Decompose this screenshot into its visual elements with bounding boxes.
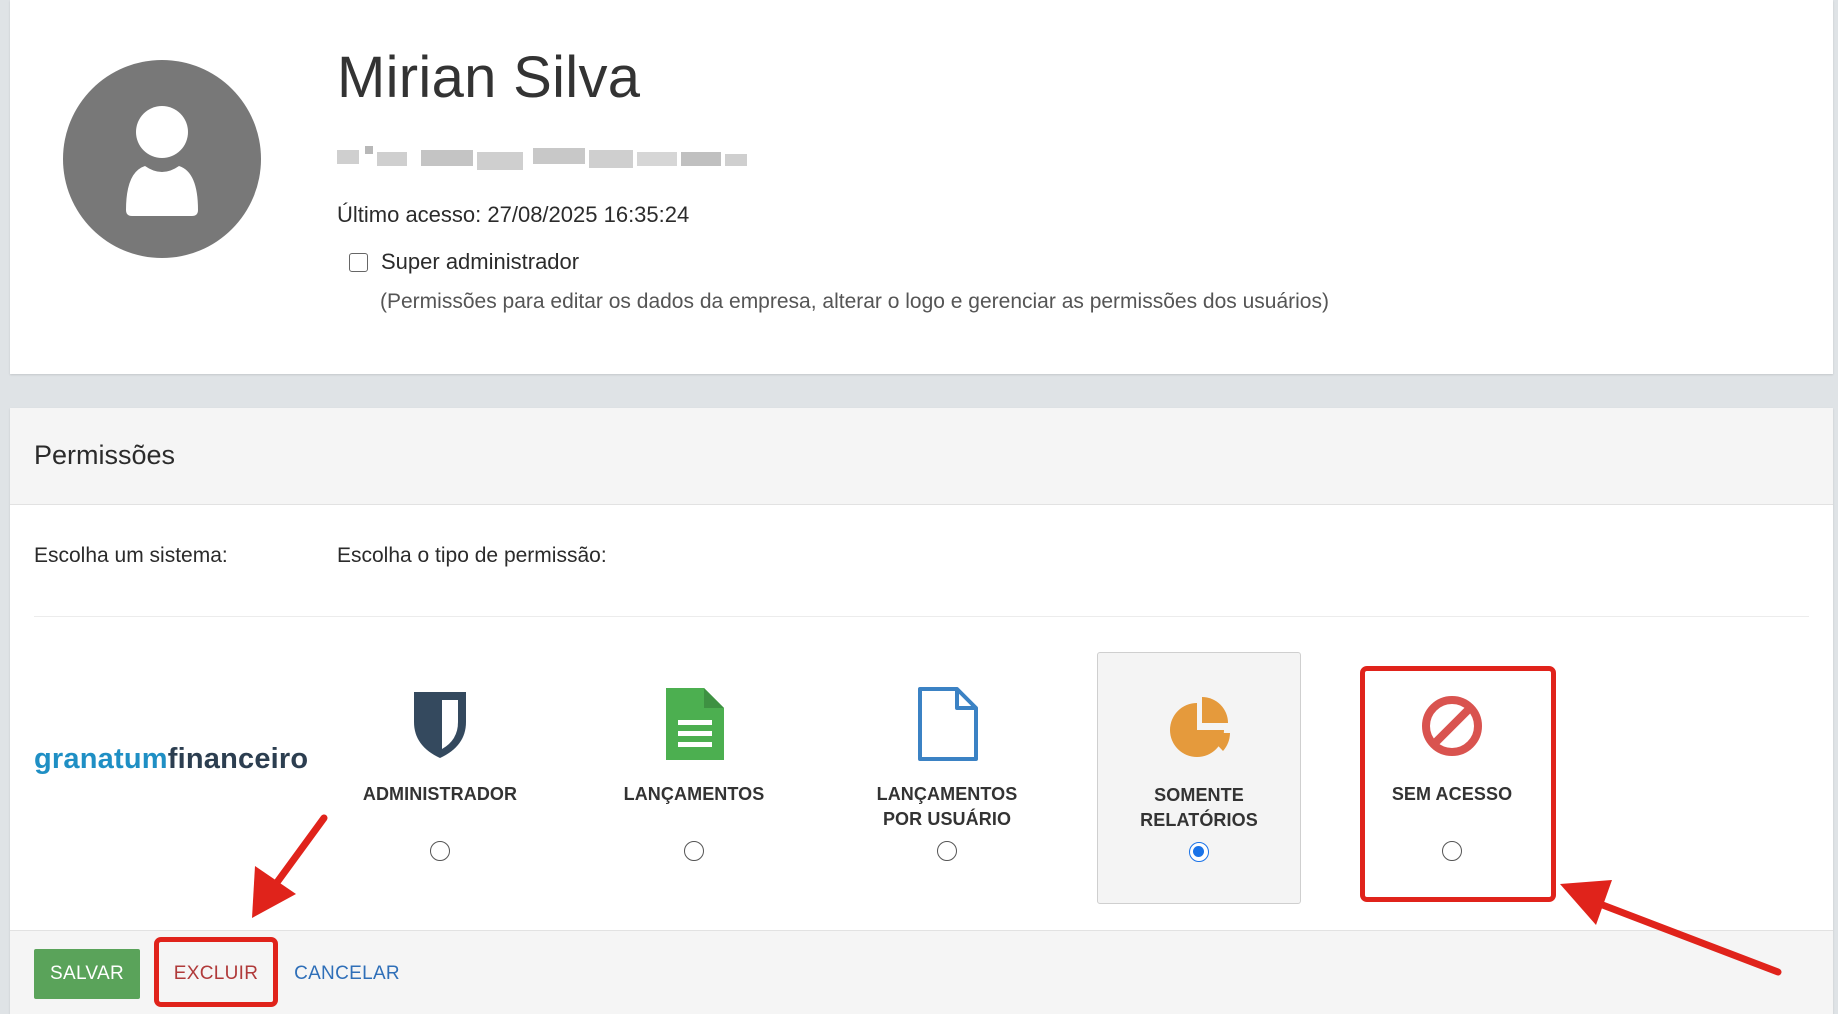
permissions-card: Permissões Escolha um sistema: Escolha o…: [10, 408, 1833, 1014]
permission-option-label: LANÇAMENTOS POR USUÁRIO: [876, 784, 1018, 829]
form-footer: SALVAR EXCLUIR CANCELAR: [10, 930, 1833, 1014]
permission-radio-sem-acesso[interactable]: [1442, 841, 1462, 861]
permissions-title: Permissões: [34, 440, 176, 470]
permission-radio-administrador[interactable]: [430, 841, 450, 861]
save-button[interactable]: SALVAR: [34, 949, 140, 999]
permission-radio-lancamentos-por-usuario[interactable]: [937, 841, 957, 861]
permission-option-label: SEM ACESSO: [1391, 784, 1513, 804]
permission-option-lancamentos[interactable]: LANÇAMENTOS: [592, 652, 796, 904]
user-name: Mirian Silva: [337, 45, 641, 110]
permission-radio-somente-relatorios[interactable]: [1189, 842, 1209, 862]
permission-option-label: SOMENTE RELATÓRIOS: [1140, 785, 1258, 830]
permissions-header: Permissões: [10, 408, 1833, 505]
permission-option-lancamentos-por-usuario[interactable]: LANÇAMENTOS POR USUÁRIO: [845, 652, 1049, 904]
user-icon: [126, 106, 198, 216]
granatum-financeiro-logo[interactable]: granatumfinanceiro: [34, 743, 308, 776]
document-outline-icon: [918, 687, 978, 761]
permission-radio-lancamentos[interactable]: [684, 841, 704, 861]
permission-option-administrador[interactable]: ADMINISTRADOR: [338, 652, 542, 904]
choose-system-label: Escolha um sistema:: [34, 544, 228, 567]
super-admin-checkbox[interactable]: [349, 252, 368, 272]
pie-chart-icon: [1170, 697, 1230, 757]
page: Mirian Silva Último acesso: 27/08/2025 1…: [0, 0, 1838, 1014]
delete-button[interactable]: EXCLUIR: [161, 949, 271, 999]
last-access-text: Último acesso: 27/08/2025 16:35:24: [337, 202, 690, 227]
permission-option-sem-acesso[interactable]: SEM ACESSO: [1350, 652, 1554, 904]
user-email-redacted: [337, 138, 757, 180]
choose-permission-type-label: Escolha o tipo de permissão:: [337, 544, 607, 567]
permission-option-somente-relatorios[interactable]: SOMENTE RELATÓRIOS: [1097, 652, 1301, 904]
super-admin-description: (Permissões para editar os dados da empr…: [380, 290, 1329, 313]
profile-card: Mirian Silva Último acesso: 27/08/2025 1…: [10, 0, 1833, 374]
super-admin-label: Super administrador: [381, 249, 580, 274]
permission-option-label: ADMINISTRADOR: [362, 784, 518, 804]
permission-option-label: LANÇAMENTOS: [623, 784, 765, 804]
super-admin-row: Super administrador: [337, 249, 579, 275]
avatar: [63, 60, 261, 258]
document-text-icon: [666, 688, 724, 760]
cancel-button[interactable]: CANCELAR: [292, 949, 402, 999]
divider: [34, 616, 1809, 617]
shield-icon: [414, 692, 466, 758]
ban-icon: [1422, 696, 1482, 756]
